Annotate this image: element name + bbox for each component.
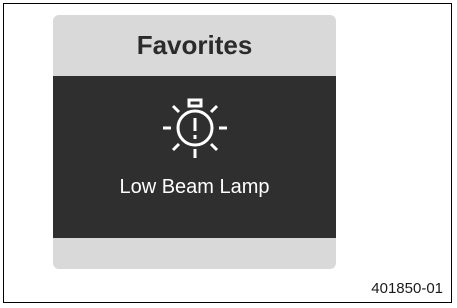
favorites-panel: Favorites Low Beam Lamp — [53, 15, 336, 269]
low-beam-lamp-warning-icon — [163, 98, 227, 158]
reference-code: 401850-01 — [371, 280, 443, 297]
lamp-label: Low Beam Lamp — [119, 176, 270, 198]
favorite-item-low-beam-lamp[interactable]: Low Beam Lamp — [53, 76, 336, 238]
panel-title: Favorites — [136, 30, 253, 60]
figure-frame: Favorites Low Beam Lamp 401850-01 — [3, 3, 452, 303]
